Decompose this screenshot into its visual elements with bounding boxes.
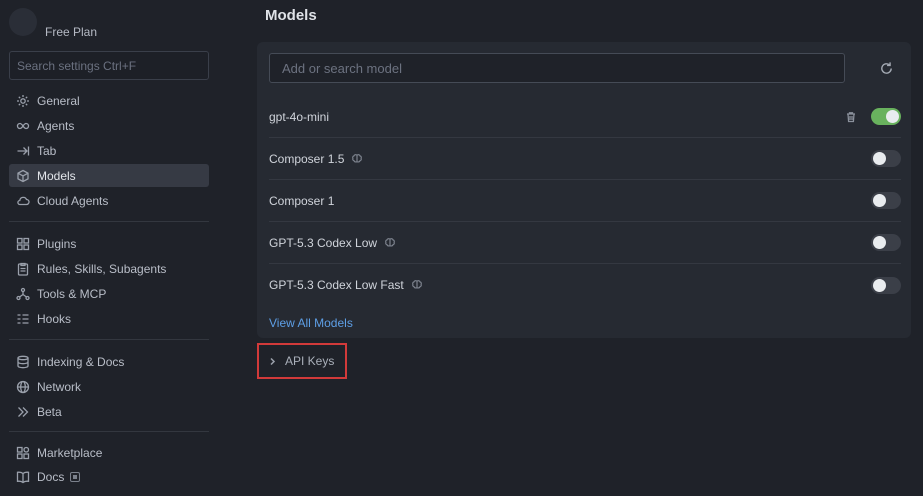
sidebar-item-label: Plugins <box>37 236 77 251</box>
model-row-gpt-4o-mini: gpt-4o-mini <box>269 96 901 138</box>
brain-icon <box>411 279 423 291</box>
refresh-icon <box>880 61 892 74</box>
model-toggle[interactable] <box>871 276 901 294</box>
profile[interactable]: Free Plan <box>9 8 209 40</box>
avatar <box>9 8 37 36</box>
sidebar-item-hooks[interactable]: Hooks <box>9 307 209 330</box>
sidebar-item-docs[interactable]: Docs <box>9 465 209 488</box>
cloud-icon <box>16 194 30 208</box>
model-search-input[interactable] <box>270 54 844 82</box>
globe-icon <box>16 380 30 394</box>
gear-icon <box>16 94 30 108</box>
plan-label: Free Plan <box>45 25 98 39</box>
cube-icon <box>16 169 30 183</box>
model-name: Composer 1.5 <box>269 151 345 166</box>
sidebar-item-marketplace[interactable]: Marketplace <box>9 441 209 464</box>
sidebar-item-label: Tools & MCP <box>37 286 107 301</box>
sidebar-item-label: Marketplace <box>37 445 103 460</box>
external-link-icon <box>70 471 81 482</box>
view-all-models-link[interactable]: View All Models <box>269 316 353 330</box>
sidebar-item-label: Docs <box>37 469 65 484</box>
sidebar-divider <box>9 431 209 432</box>
clipboard-icon <box>16 262 30 276</box>
brain-icon <box>351 153 363 165</box>
marketplace-icon <box>16 446 30 460</box>
tab-arrow-icon <box>16 144 30 158</box>
plugin-icon <box>16 237 30 251</box>
sidebar-divider <box>9 339 209 340</box>
model-name: Composer 1 <box>269 193 335 208</box>
double-chevron-icon <box>16 405 30 419</box>
sidebar-item-label: General <box>37 93 80 108</box>
sidebar-item-label: Indexing & Docs <box>37 354 125 369</box>
book-icon <box>16 470 30 484</box>
infinity-icon <box>16 119 30 133</box>
sidebar-item-label: Cloud Agents <box>37 193 109 208</box>
sidebar-item-network[interactable]: Network <box>9 375 209 398</box>
sidebar-item-rules[interactable]: Rules, Skills, Subagents <box>9 257 209 280</box>
chevron-right-icon <box>268 357 277 366</box>
model-toggle[interactable] <box>871 234 901 251</box>
sidebar-item-label: Hooks <box>37 311 72 326</box>
model-toggle[interactable] <box>871 192 901 209</box>
sidebar-item-agents[interactable]: Agents <box>9 114 209 137</box>
sidebar: Free Plan General Agents Tab <box>0 0 218 496</box>
sidebar-item-plugins[interactable]: Plugins <box>9 232 209 255</box>
model-row-composer-1-5: Composer 1.5 <box>269 138 901 180</box>
model-name: GPT-5.3 Codex Low Fast <box>269 278 404 292</box>
tools-icon <box>16 287 30 301</box>
sidebar-item-label: Network <box>37 379 82 394</box>
sidebar-item-label: Models <box>37 168 76 183</box>
model-name: gpt-4o-mini <box>269 109 330 124</box>
api-keys-section-toggle[interactable]: API Keys <box>257 343 347 379</box>
page-title: Models <box>265 7 317 24</box>
sidebar-item-tools-mcp[interactable]: Tools & MCP <box>9 282 209 305</box>
trash-icon[interactable] <box>845 111 857 123</box>
sidebar-item-beta[interactable]: Beta <box>9 400 209 423</box>
sidebar-item-indexing-docs[interactable]: Indexing & Docs <box>9 350 209 373</box>
models-card: gpt-4o-mini Composer 1.5 Composer 1 <box>257 42 911 338</box>
settings-window: Free Plan General Agents Tab <box>0 0 923 496</box>
sidebar-item-models[interactable]: Models <box>9 164 209 187</box>
model-search-box[interactable] <box>269 53 845 83</box>
model-toggle[interactable] <box>871 108 901 125</box>
brain-icon <box>384 237 396 249</box>
sidebar-item-cloud-agents[interactable]: Cloud Agents <box>9 189 209 212</box>
sidebar-item-label: Agents <box>37 118 75 133</box>
model-toggle[interactable] <box>871 150 901 167</box>
model-row-gpt-5-3-codex-low: GPT-5.3 Codex Low <box>269 222 901 264</box>
sidebar-item-tab[interactable]: Tab <box>9 139 209 162</box>
model-row-gpt-5-3-codex-low-fast: GPT-5.3 Codex Low Fast <box>269 264 901 306</box>
sidebar-item-label: Rules, Skills, Subagents <box>37 261 167 276</box>
model-name: GPT-5.3 Codex Low <box>269 235 378 250</box>
database-icon <box>16 355 30 369</box>
sidebar-item-label: Beta <box>37 404 62 419</box>
sidebar-item-label: Tab <box>37 143 57 158</box>
sidebar-item-general[interactable]: General <box>9 89 209 112</box>
model-row-composer-1: Composer 1 <box>269 180 901 222</box>
sidebar-divider <box>9 221 209 222</box>
refresh-button[interactable] <box>877 59 895 77</box>
settings-search-input[interactable] <box>10 52 208 79</box>
settings-search-box[interactable] <box>9 51 209 80</box>
hooks-icon <box>16 312 30 326</box>
api-keys-label: API Keys <box>285 354 335 368</box>
